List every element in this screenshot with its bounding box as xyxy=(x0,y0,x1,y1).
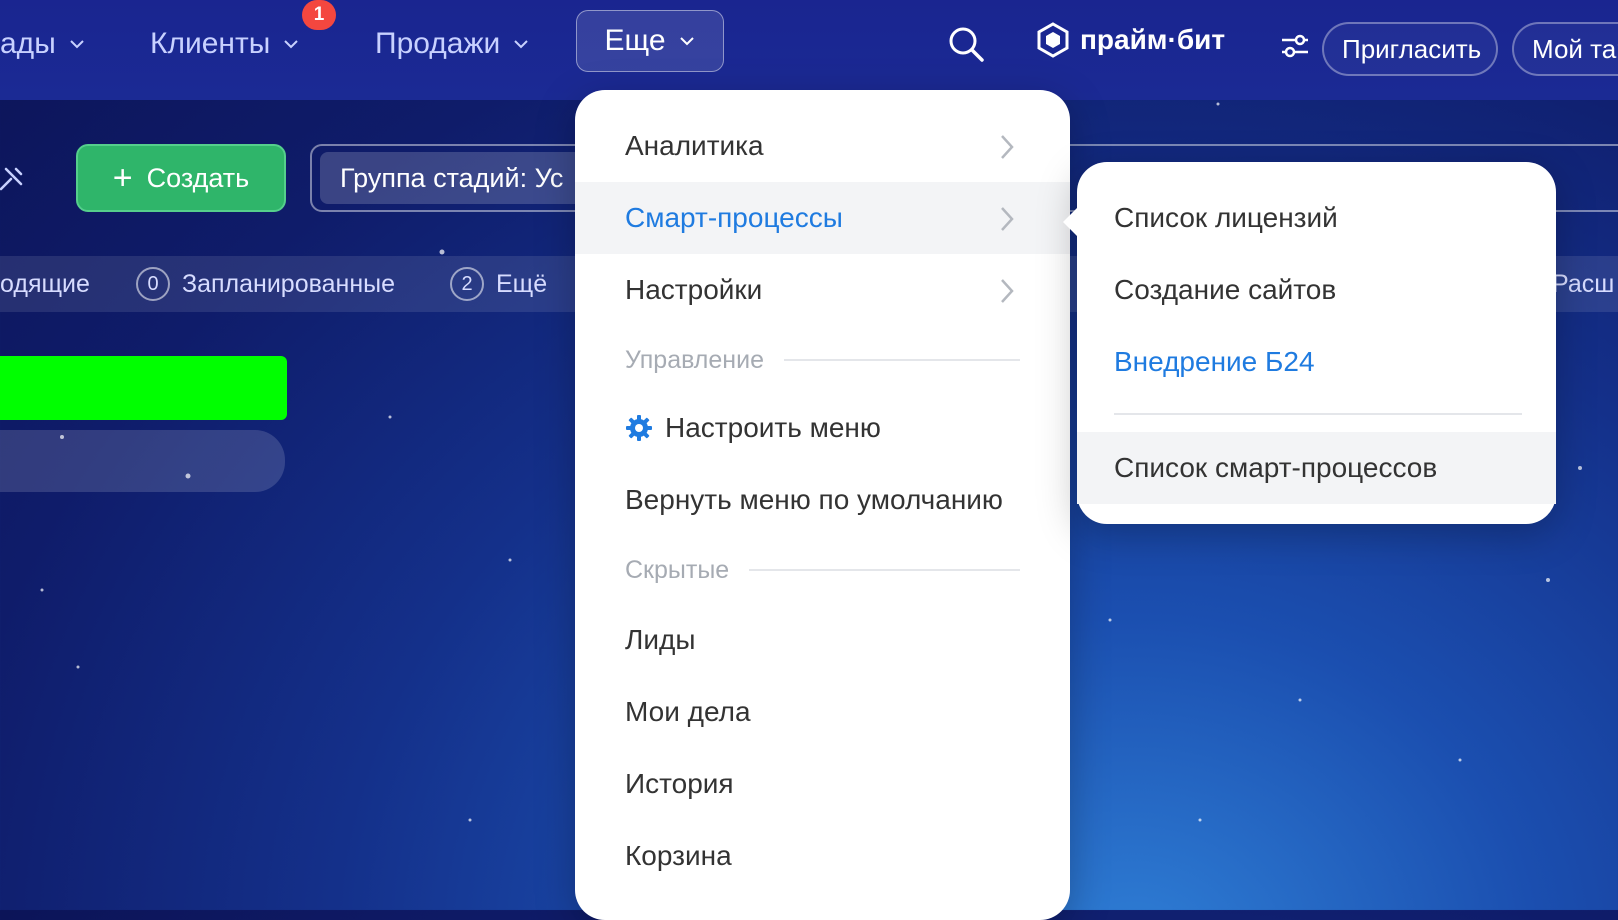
chevron-right-icon xyxy=(1001,207,1014,231)
menu-item-my-tasks[interactable]: Мои дела xyxy=(575,676,1070,748)
chevron-down-icon xyxy=(284,40,299,49)
counter-label: Расш xyxy=(1552,269,1615,298)
menu-item-label: История xyxy=(625,768,734,799)
section-title: Скрытые xyxy=(625,555,730,584)
submenu-item-label: Создание сайтов xyxy=(1114,274,1337,305)
nav-item-clients[interactable]: Клиенты xyxy=(150,20,300,68)
menu-item-label: Лиды xyxy=(625,624,696,655)
counter-extended[interactable]: Расш xyxy=(1552,256,1614,312)
submenu-item-smart-process-list[interactable]: Список смарт-процессов xyxy=(1077,432,1556,504)
search-icon[interactable] xyxy=(946,24,986,64)
submenu-divider xyxy=(1114,413,1522,415)
section-divider xyxy=(749,569,1020,571)
menu-item-leads[interactable]: Лиды xyxy=(575,604,1070,676)
my-plan-label: Мой тар xyxy=(1532,33,1618,64)
section-title: Управление xyxy=(625,345,764,374)
menu-item-label: Мои дела xyxy=(625,696,751,727)
nav-item-label: ады xyxy=(0,27,56,60)
counter-label: Запланированные xyxy=(182,269,396,298)
menu-section-manage: Управление xyxy=(625,340,1020,380)
menu-item-label: Смарт-процессы xyxy=(625,202,843,233)
my-plan-button[interactable]: Мой тар xyxy=(1512,22,1618,76)
menu-item-trash[interactable]: Корзина xyxy=(575,820,1070,892)
chevron-right-icon xyxy=(1001,135,1014,159)
filter-chip-label: Группа стадий: Ус xyxy=(340,162,564,193)
chevron-right-icon xyxy=(1001,279,1014,303)
notification-badge: 1 xyxy=(302,0,336,30)
menu-item-label: Настройки xyxy=(625,274,763,305)
section-divider xyxy=(783,359,1020,361)
submenu-item-licenses[interactable]: Список лицензий xyxy=(1077,182,1556,254)
menu-item-analytics[interactable]: Аналитика xyxy=(575,110,1070,182)
chevron-down-icon xyxy=(679,37,694,46)
menu-item-history[interactable]: История xyxy=(575,748,1070,820)
invite-button[interactable]: Пригласить xyxy=(1322,22,1498,76)
submenu-item-label: Список лицензий xyxy=(1114,202,1338,233)
counter-label: Ещё xyxy=(496,269,548,298)
nav-item-label: Продажи xyxy=(375,27,501,60)
menu-item-smart-processes[interactable]: Смарт-процессы xyxy=(575,182,1070,254)
counter-incoming[interactable]: одящие xyxy=(0,256,90,312)
smart-processes-submenu: Список лицензий Создание сайтов Внедрени… xyxy=(1063,162,1556,524)
chevron-down-icon xyxy=(70,40,84,49)
logo-text: прайм·бит xyxy=(1080,24,1226,55)
plus-icon: + xyxy=(112,159,133,197)
kanban-add-card[interactable] xyxy=(0,430,285,492)
counter-more[interactable]: 2 Ещё xyxy=(450,256,547,312)
submenu-item-label: Список смарт-процессов xyxy=(1114,452,1438,483)
company-logo: прайм·бит xyxy=(1036,22,1225,58)
nav-more-button[interactable]: Еще xyxy=(576,10,724,72)
menu-item-configure[interactable]: Настроить меню xyxy=(575,392,1070,464)
submenu-item-label: Внедрение Б24 xyxy=(1114,346,1315,377)
create-label: Создать xyxy=(146,162,250,193)
invite-label: Пригласить xyxy=(1342,33,1482,64)
counter-number: 0 xyxy=(136,267,170,301)
submenu-item-websites[interactable]: Создание сайтов xyxy=(1077,254,1556,326)
gear-icon xyxy=(626,415,652,441)
menu-item-label: Аналитика xyxy=(625,130,764,161)
menu-item-settings[interactable]: Настройки xyxy=(575,254,1070,326)
sliders-icon[interactable] xyxy=(1280,33,1310,59)
menu-item-label: Корзина xyxy=(625,840,732,871)
counter-number: 2 xyxy=(450,267,484,301)
settings-tools-icon[interactable] xyxy=(0,166,24,192)
menu-item-label: Настроить меню xyxy=(665,412,881,443)
logo-icon xyxy=(1037,22,1069,58)
create-button[interactable]: + Создать xyxy=(76,144,286,212)
counter-label: одящие xyxy=(0,269,90,298)
nav-item-sales[interactable]: Продажи xyxy=(375,20,530,68)
menu-item-reset[interactable]: Вернуть меню по умолчанию xyxy=(575,464,1070,536)
nav-item-label: Клиенты xyxy=(150,27,271,60)
menu-item-label: Вернуть меню по умолчанию xyxy=(625,484,1003,515)
more-dropdown-menu: Аналитика Смарт-процессы Настройки Управ… xyxy=(575,90,1070,920)
submenu-item-b24-implementation[interactable]: Внедрение Б24 xyxy=(1077,326,1556,398)
kanban-column-header[interactable] xyxy=(0,356,287,420)
counter-planned[interactable]: 0 Запланированные xyxy=(136,256,395,312)
filter-chip[interactable]: Группа стадий: Ус xyxy=(320,152,584,204)
nav-more-label: Еще xyxy=(604,24,666,57)
menu-section-hidden: Скрытые xyxy=(625,550,1020,590)
nav-item-partial[interactable]: ады xyxy=(0,20,86,68)
chevron-down-icon xyxy=(514,40,529,49)
